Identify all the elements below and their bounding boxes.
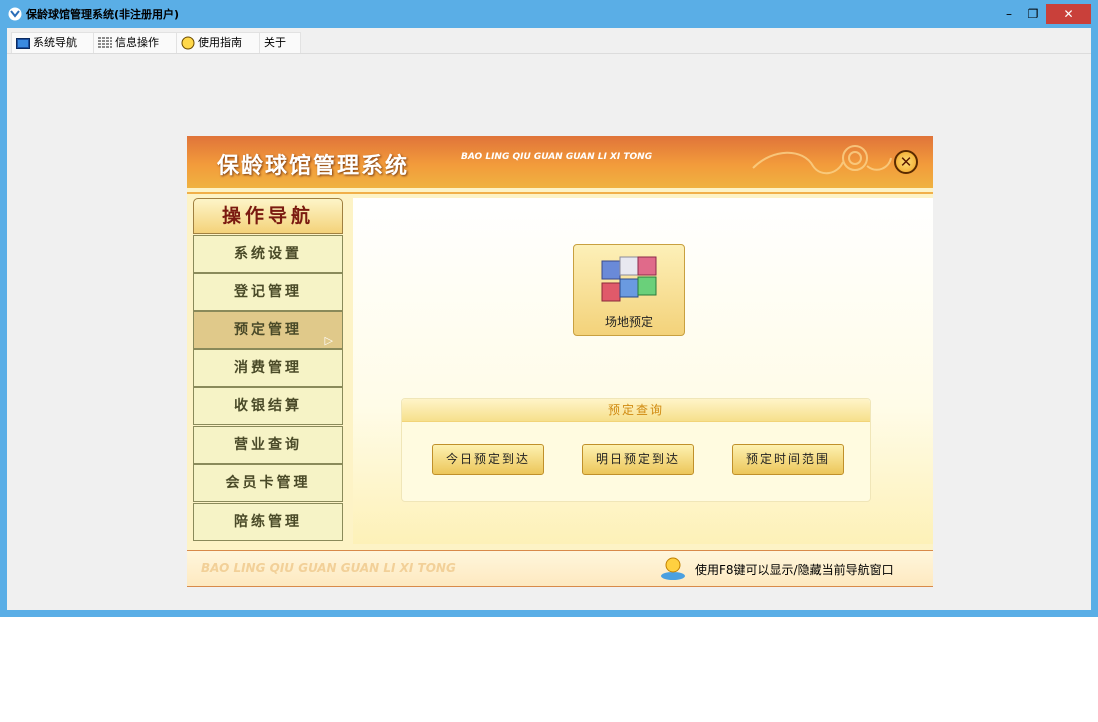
- nav-item-consumption[interactable]: 消费管理: [193, 349, 343, 387]
- nav-header: 操作导航: [193, 198, 343, 234]
- menu-info-ops[interactable]: 信息操作: [93, 32, 177, 53]
- close-window-button[interactable]: ✕: [1046, 4, 1091, 24]
- nav-item-label: 系统设置: [234, 246, 302, 262]
- nav-item-label: 消费管理: [234, 360, 302, 376]
- reservation-query-box: 预定查询 今日预定到达 明日预定到达 预定时间范围: [401, 398, 871, 502]
- smiley-icon: [181, 36, 195, 50]
- app-logo-icon: [8, 7, 22, 21]
- menu-system-nav[interactable]: 系统导航: [11, 32, 95, 53]
- menu-bar: 系统导航 信息操作 使用指南 关于: [7, 30, 1091, 54]
- menu-divider: [7, 53, 1091, 54]
- lane-booking-tile[interactable]: 场地预定: [573, 244, 685, 336]
- nav-item-registration[interactable]: 登记管理: [193, 273, 343, 311]
- banner-title: 保龄球馆管理系统: [217, 153, 410, 179]
- menu-about[interactable]: 关于: [259, 32, 301, 53]
- today-arrivals-button[interactable]: 今日预定到达: [432, 444, 544, 475]
- menu-label: 关于: [264, 36, 286, 49]
- user-info-icon: [661, 557, 685, 580]
- close-panel-button[interactable]: ✕: [894, 150, 918, 174]
- nav-item-coaching[interactable]: 陪练管理: [193, 503, 343, 541]
- footer-pinyin: BAO LING QIU GUAN GUAN LI XI TONG: [201, 561, 456, 575]
- cubes-icon: [601, 256, 657, 302]
- menu-label: 系统导航: [33, 36, 77, 49]
- menu-user-guide[interactable]: 使用指南: [176, 32, 261, 53]
- banner-divider: [187, 192, 933, 194]
- footer-tip: 使用F8键可以显示/隐藏当前导航窗口: [695, 563, 894, 577]
- nav-item-system-settings[interactable]: 系统设置: [193, 235, 343, 273]
- cloud-ornament-icon: [752, 145, 892, 175]
- tomorrow-arrivals-button[interactable]: 明日预定到达: [582, 444, 694, 475]
- nav-item-label: 会员卡管理: [225, 475, 311, 491]
- minimize-button[interactable]: –: [996, 4, 1022, 24]
- nav-item-member-card[interactable]: 会员卡管理: [193, 464, 343, 502]
- nav-item-checkout[interactable]: 收银结算: [193, 387, 343, 425]
- nav-item-label: 陪练管理: [234, 514, 302, 530]
- banner: 保龄球馆管理系统 BAO LING QIU GUAN GUAN LI XI TO…: [187, 136, 933, 188]
- monitor-icon: [16, 37, 30, 49]
- menu-label: 使用指南: [198, 36, 242, 49]
- maximize-button[interactable]: ❐: [1020, 4, 1046, 24]
- footer-bar: BAO LING QIU GUAN GUAN LI XI TONG 使用F8键可…: [187, 550, 933, 587]
- nav-item-label: 登记管理: [234, 284, 302, 300]
- navigation-panel: 保龄球馆管理系统 BAO LING QIU GUAN GUAN LI XI TO…: [187, 136, 933, 587]
- query-title: 预定查询: [402, 399, 870, 422]
- banner-pinyin: BAO LING QIU GUAN GUAN LI XI TONG: [461, 152, 653, 162]
- title-bar[interactable]: 保龄球馆管理系统(非注册用户) – ❐ ✕: [0, 0, 1098, 28]
- time-range-button[interactable]: 预定时间范围: [732, 444, 844, 475]
- nav-item-label: 收银结算: [234, 398, 302, 414]
- nav-item-business-query[interactable]: 营业查询: [193, 426, 343, 464]
- menu-label: 信息操作: [115, 36, 159, 49]
- window-title: 保龄球馆管理系统(非注册用户): [26, 8, 180, 21]
- nav-item-reservation[interactable]: 预定管理 ▷: [193, 311, 343, 349]
- grid-icon: [98, 37, 112, 48]
- nav-item-label: 营业查询: [234, 437, 302, 453]
- nav-item-label: 预定管理: [234, 322, 302, 338]
- client-area: 系统导航 信息操作 使用指南 关于 保龄球馆管理系统 BAO LING QIU …: [7, 28, 1091, 610]
- content-area: 场地预定 预定查询 今日预定到达 明日预定到达 预定时间范围: [353, 198, 933, 544]
- app-window: 保龄球馆管理系统(非注册用户) – ❐ ✕ 系统导航 信息操作 使用指南 关于 …: [0, 0, 1098, 617]
- tile-label: 场地预定: [604, 315, 653, 329]
